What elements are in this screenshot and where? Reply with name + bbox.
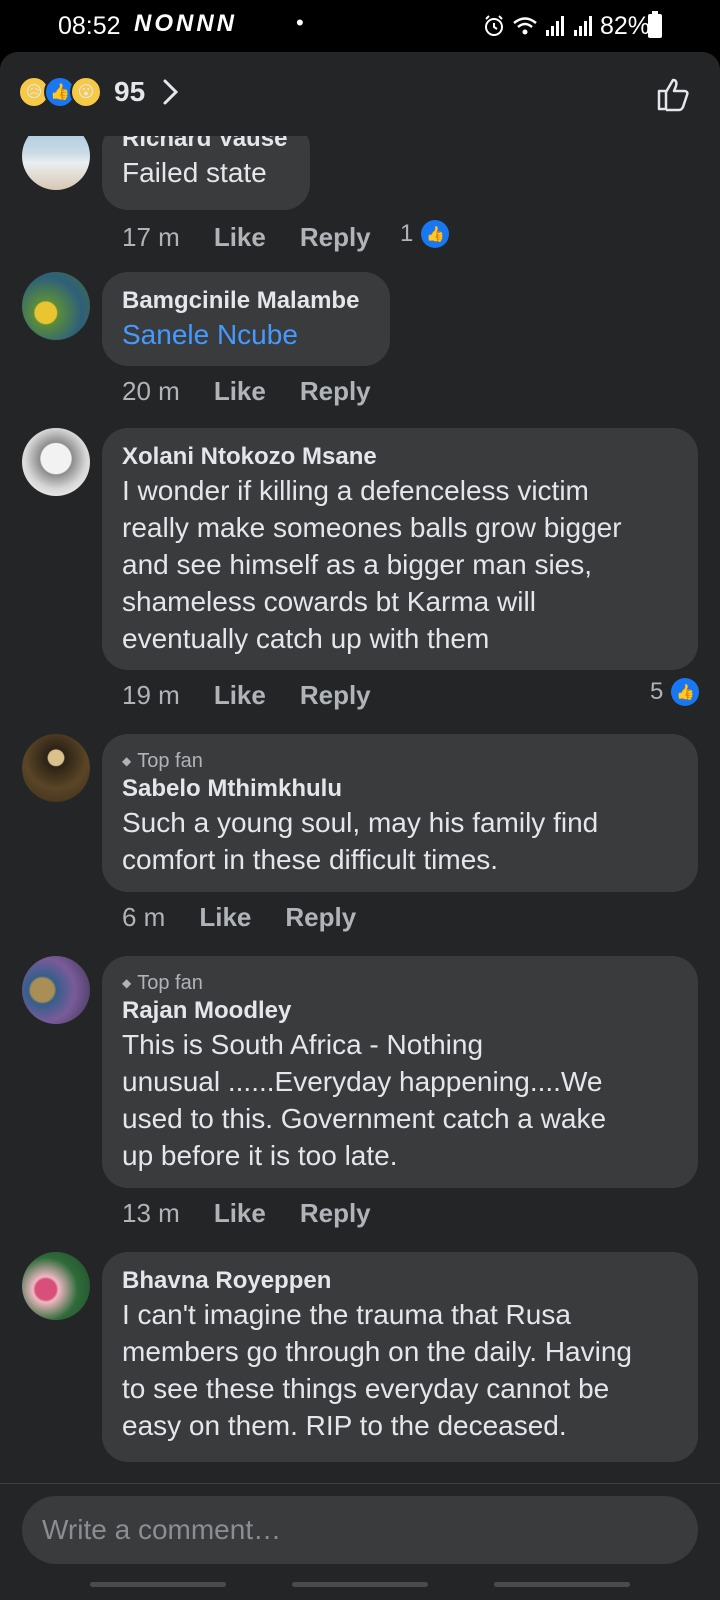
diamond-icon: ◆ [122,976,132,990]
avatar[interactable] [22,1252,90,1320]
reply-button[interactable]: Reply [285,902,356,933]
comment-text-line: Such a young soul, may his family find [122,807,599,838]
comment-bubble[interactable]: ◆ Top fan Sabelo Mthimkhulu Such a young … [102,734,698,892]
like-button[interactable]: Like [214,376,266,407]
comment-text-line: easy on them. RIP to the deceased. [122,1410,567,1441]
like-count-number: 1 [400,220,414,247]
wifi-icon [513,17,537,35]
like-button[interactable]: Like [199,902,251,933]
status-time: 08:52 [58,12,121,40]
commenter-name[interactable]: Bhavna Royeppen [122,1266,678,1296]
comment-time[interactable]: 17 m [122,222,180,253]
comment-text-line: and see himself as a bigger man sies, [122,549,593,580]
reply-button[interactable]: Reply [300,222,371,253]
like-icon[interactable] [654,74,694,114]
like-badge-icon: 👍 [671,678,700,706]
comment-actions: 13 m Like Reply [122,1198,371,1229]
avatar[interactable] [22,136,90,190]
commenter-name[interactable]: Bamgcinile Malambe [122,286,370,316]
reactions-summary[interactable]: 😥 👍 😮 95 [18,76,145,108]
signal-icon-2 [573,16,592,36]
comment-text-line: up before it is too late. [122,1140,398,1171]
comment-text-line: shameless cowards bt Karma will [122,586,536,617]
comment-text-line: used to this. Government catch a wake [122,1103,607,1134]
comment-time[interactable]: 6 m [122,902,165,933]
comment-text-line: This is South Africa - Nothing [122,1029,484,1060]
notification-dot: • [296,10,304,35]
top-fan-badge: ◆ Top fan [122,748,678,774]
reaction-header[interactable]: 😥 👍 😮 95 [0,52,720,136]
wow-reaction-icon: 😮 [70,76,102,108]
comment-text-line: I can't imagine the trauma that Rusa [122,1299,571,1330]
like-button[interactable]: Like [214,1198,266,1229]
chevron-right-icon[interactable] [162,78,180,106]
comment-like-count[interactable]: 5 👍 [650,678,700,706]
signal-icon [545,16,564,36]
comment-bubble[interactable]: Bamgcinile Malambe Sanele Ncube [102,272,390,366]
comment-actions: 20 m Like Reply [122,376,371,407]
notification-icons: NONNN [134,10,237,37]
top-fan-label: Top fan [137,972,203,994]
reply-button[interactable]: Reply [300,680,371,711]
comment-bubble[interactable]: Xolani Ntokozo Msane I wonder if killing… [102,428,698,670]
reaction-count: 95 [114,76,146,107]
like-count-number: 5 [650,678,664,705]
commenter-name[interactable]: Richard Vause [122,136,290,154]
comment-like-count[interactable]: 1 👍 [400,220,450,248]
status-bar: 08:52 NONNN • 82% [0,0,720,52]
avatar[interactable] [22,734,90,802]
commenter-name[interactable]: Sabelo Mthimkhulu [122,774,678,804]
comment-text-line: really make someones balls grow bigger [122,512,622,543]
avatar[interactable] [22,956,90,1024]
comment-time[interactable]: 19 m [122,680,180,711]
tagged-user-link[interactable]: Sanele Ncube [122,316,370,353]
alarm-icon [484,15,503,36]
nav-handle-right [494,1582,630,1587]
comment-time[interactable]: 20 m [122,376,180,407]
comment-bubble[interactable]: ◆ Top fan Rajan Moodley This is South Afr… [102,956,698,1188]
comment-actions: 6 m Like Reply [122,902,356,933]
avatar[interactable] [22,428,90,496]
status-right: 82% [482,12,650,40]
battery-percent: 82% [599,11,650,40]
battery-icon [648,11,662,38]
comment-text-line: I wonder if killing a defenceless victim [122,475,589,506]
comment-text-line: comfort in these difficult times. [122,844,499,875]
comment-time[interactable]: 13 m [122,1198,180,1229]
commenter-name[interactable]: Rajan Moodley [122,996,678,1026]
like-button[interactable]: Like [214,222,266,253]
reply-button[interactable]: Reply [300,1198,371,1229]
comment-text-line: eventually catch up with them [122,623,490,654]
comment-text-line: unusual ......Everyday happening....We [122,1066,603,1097]
top-fan-badge: ◆ Top fan [122,970,678,996]
comment-bubble[interactable]: Richard Vause Failed state [102,136,310,210]
like-badge-icon: 👍 [421,220,450,248]
avatar[interactable] [22,272,90,340]
comment-input[interactable] [22,1496,698,1564]
comment-bubble[interactable]: Bhavna Royeppen I can't imagine the trau… [102,1252,698,1462]
commenter-name[interactable]: Xolani Ntokozo Msane [122,442,678,472]
top-fan-label: Top fan [137,750,203,772]
comment-text-line: to see these things everyday cannot be [122,1373,610,1404]
comment-actions: 19 m Like Reply [122,680,371,711]
comment-actions: 17 m Like Reply [122,222,371,253]
comment-text: Failed state [122,157,267,188]
like-button[interactable]: Like [214,680,266,711]
comment-text-line: members go through on the daily. Having [122,1336,632,1367]
diamond-icon: ◆ [122,754,132,768]
nav-handle-bar [0,1582,720,1590]
nav-handle-left [90,1582,226,1587]
comment-list[interactable]: Richard Vause Failed state 17 m Like Rep… [0,136,720,1536]
nav-handle-center [292,1582,428,1587]
reply-button[interactable]: Reply [300,376,371,407]
comments-sheet: 😥 👍 😮 95 Richard Vause Failed state 17 m… [0,52,720,1600]
